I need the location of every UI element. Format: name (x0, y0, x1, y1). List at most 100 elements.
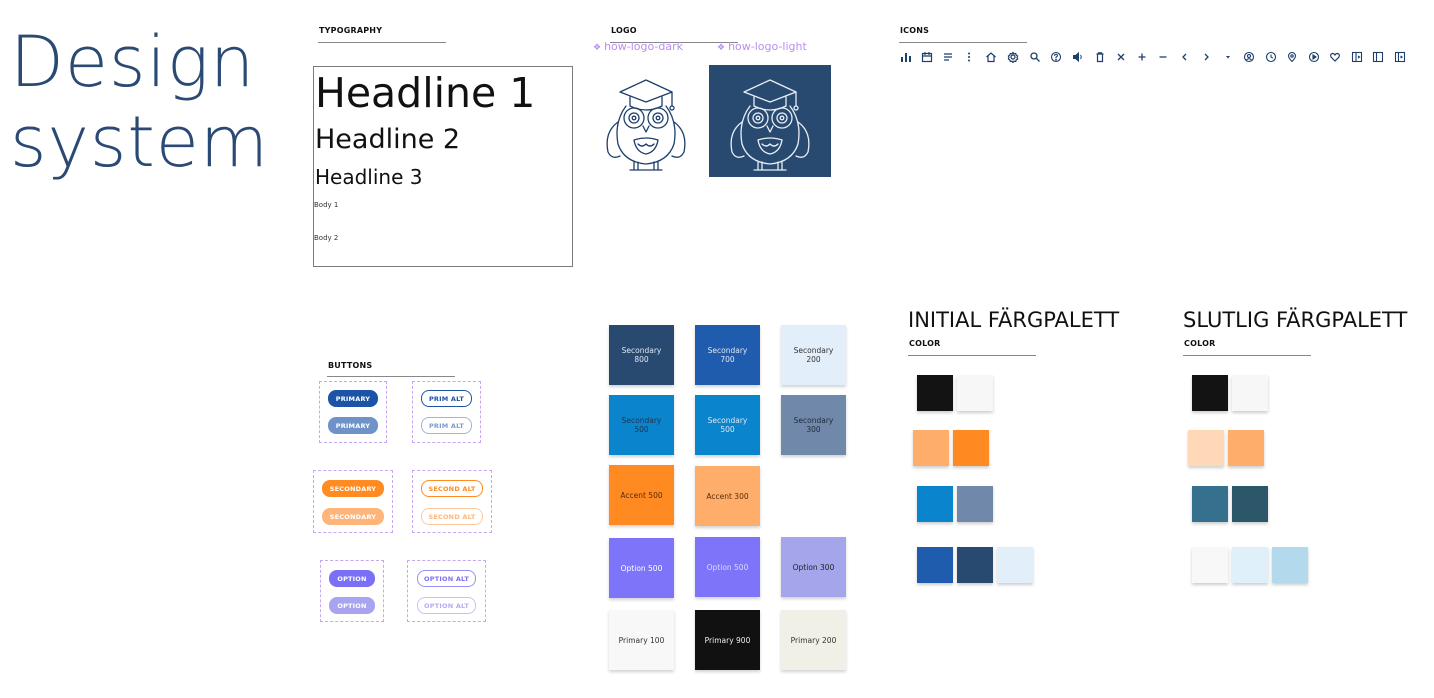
color-swatch[interactable]: Secondary 500 (695, 395, 760, 455)
title-line-1: Design (10, 21, 256, 103)
second-alt-button-variants: SECOND ALT SECOND ALT (412, 470, 492, 533)
palette-color-chip[interactable] (917, 547, 953, 583)
initial-palette-color-header: COLOR (909, 339, 941, 348)
secondary-button-hover[interactable]: SECONDARY (322, 508, 384, 525)
logo-dark-component-label[interactable]: ❖ how-logo-dark (593, 40, 683, 53)
initial-palette-divider (908, 355, 1036, 356)
color-swatch[interactable]: Primary 900 (695, 610, 760, 670)
final-palette-divider (1183, 355, 1311, 356)
account-icon[interactable] (1243, 51, 1255, 63)
settings-icon[interactable] (1007, 51, 1019, 63)
palette-color-chip[interactable] (1232, 375, 1268, 411)
sidebar-icon[interactable] (1372, 51, 1384, 63)
buttons-header: BUTTONS (328, 361, 373, 370)
headline-3-sample: Headline 3 (315, 165, 423, 189)
color-swatch[interactable]: Option 500 (609, 538, 674, 598)
color-swatch[interactable]: Accent 500 (609, 465, 674, 525)
body-2-sample: Body 2 (314, 234, 339, 242)
chevron-left-icon[interactable] (1179, 51, 1191, 63)
clock-icon[interactable] (1265, 51, 1277, 63)
palette-color-chip[interactable] (953, 430, 989, 466)
palette-color-chip[interactable] (957, 547, 993, 583)
palette-color-chip[interactable] (1192, 547, 1228, 583)
typography-frame[interactable]: Headline 1 Headline 2 Headline 3 Body 1 … (313, 66, 573, 267)
headline-1-sample: Headline 1 (315, 69, 536, 117)
typography-header: TYPOGRAPHY (319, 26, 383, 35)
title-line-2: system (10, 101, 270, 183)
color-swatch[interactable]: Secondary 800 (609, 325, 674, 385)
palette-color-chip[interactable] (1192, 375, 1228, 411)
close-icon[interactable] (1115, 51, 1127, 63)
bar-chart-icon[interactable] (900, 51, 912, 63)
list-icon[interactable] (942, 51, 954, 63)
icons-header: ICONS (900, 26, 930, 35)
color-swatch[interactable]: Secondary 700 (695, 325, 760, 385)
prim-alt-button[interactable]: PRIM ALT (421, 390, 472, 407)
color-swatch[interactable]: Secondary 300 (781, 395, 846, 455)
color-swatch[interactable]: Accent 300 (695, 466, 760, 526)
plus-icon[interactable] (1136, 51, 1148, 63)
palette-color-chip[interactable] (957, 486, 993, 522)
palette-color-chip[interactable] (1188, 430, 1224, 466)
secondary-button[interactable]: SECONDARY (322, 480, 384, 497)
primary-button-variants: PRIMARY PRIMARY (319, 381, 387, 443)
minus-icon[interactable] (1157, 51, 1169, 63)
primary-button-hover[interactable]: PRIMARY (328, 417, 378, 434)
owl-logo-dark[interactable] (600, 66, 692, 176)
logo-header: LOGO (611, 26, 637, 35)
exit-icon[interactable] (1394, 51, 1406, 63)
color-swatch[interactable]: Secondary 500 (609, 395, 674, 455)
buttons-divider (327, 376, 455, 377)
more-vert-icon[interactable] (963, 51, 975, 63)
panel-icon[interactable] (1351, 51, 1363, 63)
component-icon: ❖ (717, 43, 726, 53)
option-alt-button[interactable]: OPTION ALT (417, 570, 476, 587)
heart-icon[interactable] (1329, 51, 1341, 63)
color-swatch[interactable]: Option 500 (695, 537, 760, 597)
palette-color-chip[interactable] (913, 430, 949, 466)
second-alt-button[interactable]: SECOND ALT (421, 480, 483, 497)
palette-color-chip[interactable] (1232, 547, 1268, 583)
final-palette-title: SLUTLIG FÄRGPALETT (1183, 308, 1408, 332)
option-alt-button-variants: OPTION ALT OPTION ALT (407, 560, 486, 622)
home-icon[interactable] (985, 51, 997, 63)
palette-color-chip[interactable] (1192, 486, 1228, 522)
primary-button[interactable]: PRIMARY (328, 390, 378, 407)
palette-color-chip[interactable] (917, 486, 953, 522)
search-icon[interactable] (1029, 51, 1041, 63)
color-swatch[interactable]: Secondary 200 (781, 325, 846, 385)
play-icon[interactable] (1308, 51, 1320, 63)
help-icon[interactable] (1050, 51, 1062, 63)
palette-color-chip[interactable] (1228, 430, 1264, 466)
calendar-icon[interactable] (921, 51, 933, 63)
color-swatch[interactable]: Option 300 (781, 537, 846, 597)
location-icon[interactable] (1286, 51, 1298, 63)
page-title: Design system (10, 22, 269, 182)
palette-color-chip[interactable] (997, 547, 1033, 583)
logo-light-component-label[interactable]: ❖ how-logo-light (717, 40, 807, 53)
color-swatch[interactable]: Primary 200 (781, 610, 846, 670)
option-button-hover[interactable]: OPTION (329, 597, 375, 614)
initial-palette-title: INITIAL FÄRGPALETT (908, 308, 1120, 332)
prim-alt-button-variants: PRIM ALT PRIM ALT (412, 381, 481, 443)
icons-divider (899, 42, 1027, 43)
prim-alt-button-hover[interactable]: PRIM ALT (421, 417, 472, 434)
option-alt-button-hover[interactable]: OPTION ALT (417, 597, 476, 614)
body-1-sample: Body 1 (314, 201, 339, 209)
second-alt-button-hover[interactable]: SECOND ALT (421, 508, 483, 525)
option-button-variants: OPTION OPTION (320, 560, 384, 622)
option-button[interactable]: OPTION (329, 570, 375, 587)
chevron-right-icon[interactable] (1200, 51, 1212, 63)
secondary-button-variants: SECONDARY SECONDARY (313, 470, 393, 533)
color-swatch[interactable]: Primary 100 (609, 610, 674, 670)
headline-2-sample: Headline 2 (315, 124, 461, 155)
palette-color-chip[interactable] (917, 375, 953, 411)
trash-icon[interactable] (1094, 51, 1106, 63)
palette-color-chip[interactable] (1232, 486, 1268, 522)
final-palette-color-header: COLOR (1184, 339, 1216, 348)
palette-color-chip[interactable] (957, 375, 993, 411)
palette-color-chip[interactable] (1272, 547, 1308, 583)
owl-logo-light[interactable] (709, 65, 831, 177)
volume-icon[interactable] (1072, 51, 1084, 63)
caret-down-icon[interactable] (1222, 51, 1234, 63)
